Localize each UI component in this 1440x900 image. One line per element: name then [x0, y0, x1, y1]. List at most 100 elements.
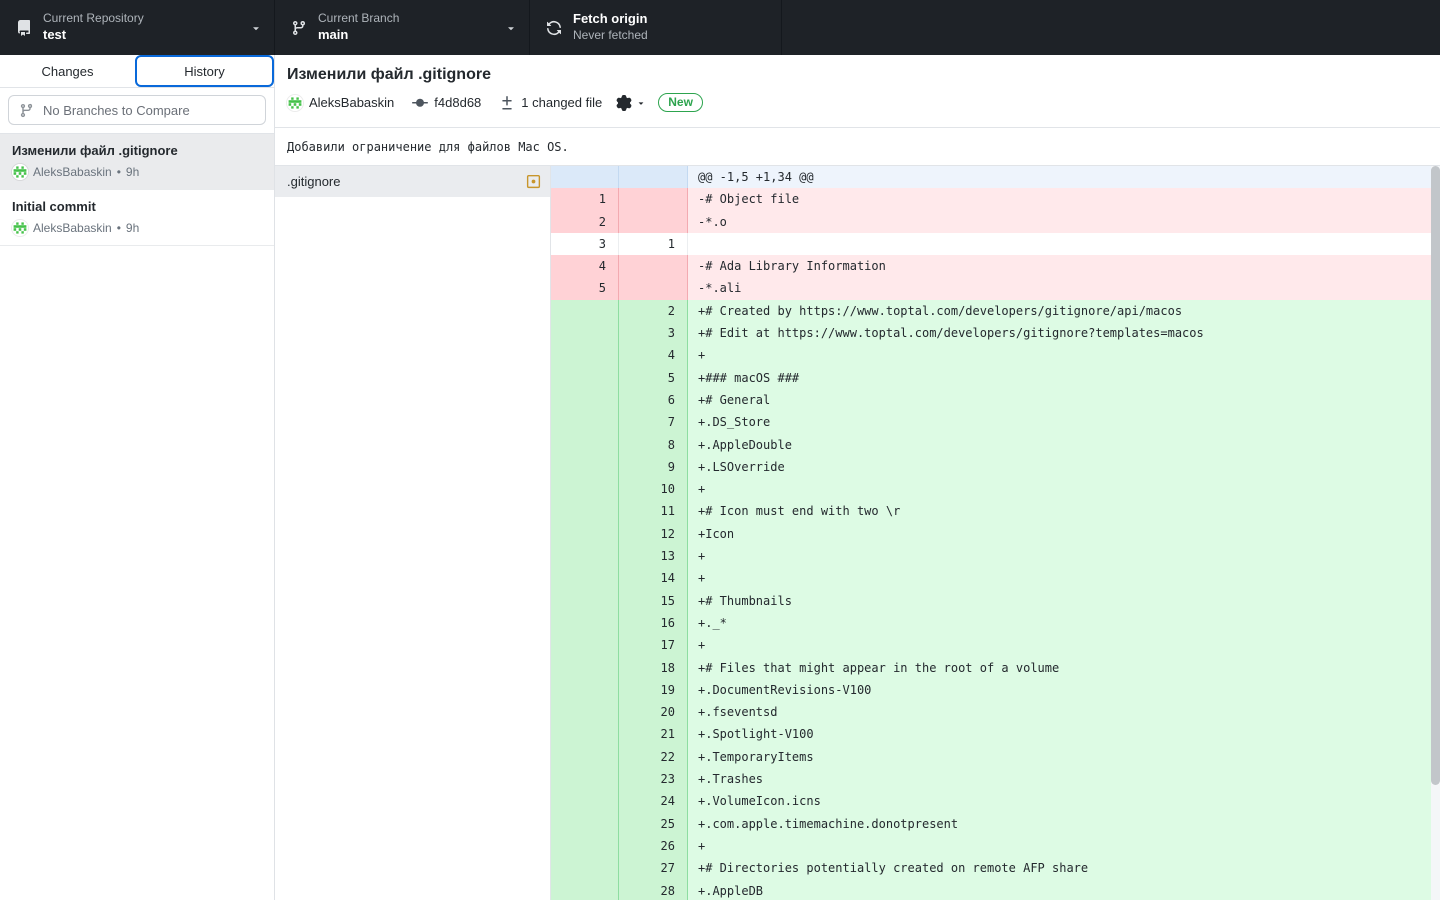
diff-row: 17 +: [551, 634, 1440, 656]
commit-options-button[interactable]: [616, 95, 646, 111]
commit-meta: AleksBabaskin • 9h: [12, 220, 262, 236]
chevron-down-icon: [505, 22, 517, 34]
old-line-number: [551, 389, 619, 411]
diff-line-text: +: [688, 634, 1440, 656]
diff-line-text: +.Spotlight-V100: [688, 723, 1440, 745]
diff-row: 27 +# Directories potentially created on…: [551, 857, 1440, 879]
old-line-number: [551, 857, 619, 879]
meta-separator: •: [117, 221, 121, 235]
meta-separator: •: [117, 165, 121, 179]
diff-line-text: +: [688, 478, 1440, 500]
diff-row: 2 -*.o: [551, 211, 1440, 233]
old-line-number: [551, 166, 619, 188]
fetch-origin-button[interactable]: Fetch origin Never fetched: [530, 0, 782, 55]
file-name: .gitignore: [287, 174, 340, 189]
current-repository-label: Current Repository: [43, 11, 144, 27]
commit-detail-panel: Изменили файл .gitignore AleksBabaskin f…: [275, 55, 1440, 900]
old-line-number: [551, 612, 619, 634]
diff-line-text: -# Ada Library Information: [688, 255, 1440, 277]
new-line-number: 1: [619, 233, 688, 255]
changed-files-list: .gitignore: [275, 166, 551, 900]
old-line-number: [551, 746, 619, 768]
diff-row: 7 +.DS_Store: [551, 411, 1440, 433]
sidebar-tabs: Changes History: [0, 55, 274, 88]
tab-changes[interactable]: Changes: [0, 55, 135, 87]
new-line-number: 13: [619, 545, 688, 567]
repo-icon: [16, 20, 32, 36]
new-line-number: 16: [619, 612, 688, 634]
new-line-number: 9: [619, 456, 688, 478]
commit-header: Изменили файл .gitignore AleksBabaskin f…: [275, 55, 1440, 128]
commit-list-item[interactable]: Изменили файл .gitignore AleksBabaskin •…: [0, 134, 274, 190]
old-line-number: [551, 768, 619, 790]
new-line-number: [619, 188, 688, 210]
diff-line-text: +: [688, 344, 1440, 366]
diff-line-text: +.VolumeIcon.icns: [688, 790, 1440, 812]
diff-row: 15 +# Thumbnails: [551, 590, 1440, 612]
diff-line-text: +.DocumentRevisions-V100: [688, 679, 1440, 701]
new-line-number: 28: [619, 880, 688, 900]
diff-line-text: +# General: [688, 389, 1440, 411]
commit-time: 9h: [126, 165, 139, 179]
new-line-number: 25: [619, 813, 688, 835]
commit-list-item[interactable]: Initial commit AleksBabaskin • 9h: [0, 190, 274, 246]
diff-row: 1 -# Object file: [551, 188, 1440, 210]
diff-row: 22 +.TemporaryItems: [551, 746, 1440, 768]
new-line-number: [619, 166, 688, 188]
avatar: [287, 95, 303, 111]
diff-rows: @@ -1,5 +1,34 @@ 1 -# Object file 2 -*.o…: [551, 166, 1440, 900]
old-line-number: [551, 679, 619, 701]
commit-hash[interactable]: f4d8d68: [434, 95, 481, 110]
diff-line-text: +# Edit at https://www.toptal.com/develo…: [688, 322, 1440, 344]
new-line-number: 26: [619, 835, 688, 857]
new-badge: New: [658, 93, 703, 112]
old-line-number: [551, 344, 619, 366]
diff-row: 10 +: [551, 478, 1440, 500]
new-line-number: 15: [619, 590, 688, 612]
diff-line-text: +### macOS ###: [688, 367, 1440, 389]
diff-line-text: +# Directories potentially created on re…: [688, 857, 1440, 879]
git-commit-icon: [412, 95, 428, 111]
diff-line-text: +.DS_Store: [688, 411, 1440, 433]
diff-row: 12 +Icon: [551, 523, 1440, 545]
diff-line-text: +# Thumbnails: [688, 590, 1440, 612]
new-line-number: [619, 255, 688, 277]
old-line-number: [551, 723, 619, 745]
new-line-number: 24: [619, 790, 688, 812]
commit-meta: AleksBabaskin • 9h: [12, 164, 262, 180]
commit-title: Initial commit: [12, 199, 262, 214]
current-branch-button[interactable]: Current Branch main: [275, 0, 530, 55]
file-list-item[interactable]: .gitignore: [275, 166, 550, 197]
scrollbar-thumb[interactable]: [1431, 166, 1440, 785]
git-branch-icon: [19, 103, 34, 118]
old-line-number: [551, 701, 619, 723]
commit-author: AleksBabaskin: [33, 165, 112, 179]
new-line-number: 14: [619, 567, 688, 589]
old-line-number: [551, 590, 619, 612]
old-line-number: [551, 300, 619, 322]
diff-line-text: +.com.apple.timemachine.donotpresent: [688, 813, 1440, 835]
toolbar: Current Repository test Current Branch m…: [0, 0, 1440, 55]
old-line-number: [551, 367, 619, 389]
old-line-number: [551, 500, 619, 522]
old-line-number: [551, 634, 619, 656]
old-line-number: [551, 545, 619, 567]
new-line-number: 27: [619, 857, 688, 879]
old-line-number: 4: [551, 255, 619, 277]
diff-row: 20 +.fseventsd: [551, 701, 1440, 723]
diff-row: @@ -1,5 +1,34 @@: [551, 166, 1440, 188]
tab-history[interactable]: History: [135, 55, 274, 87]
diff-line-text: +.TemporaryItems: [688, 746, 1440, 768]
commit-list: Изменили файл .gitignore AleksBabaskin •…: [0, 134, 274, 246]
branch-compare-input[interactable]: No Branches to Compare: [8, 95, 266, 125]
new-line-number: 23: [619, 768, 688, 790]
new-line-number: 21: [619, 723, 688, 745]
old-line-number: 1: [551, 188, 619, 210]
branch-compare-section: No Branches to Compare: [0, 88, 274, 134]
current-repository-button[interactable]: Current Repository test: [0, 0, 275, 55]
sidebar: Changes History No Branches to Compare И…: [0, 55, 275, 900]
diff-row: 16 +._*: [551, 612, 1440, 634]
diff-line-text: -*.o: [688, 211, 1440, 233]
diff-row: 26 +: [551, 835, 1440, 857]
diff-row: 9 +.LSOverride: [551, 456, 1440, 478]
